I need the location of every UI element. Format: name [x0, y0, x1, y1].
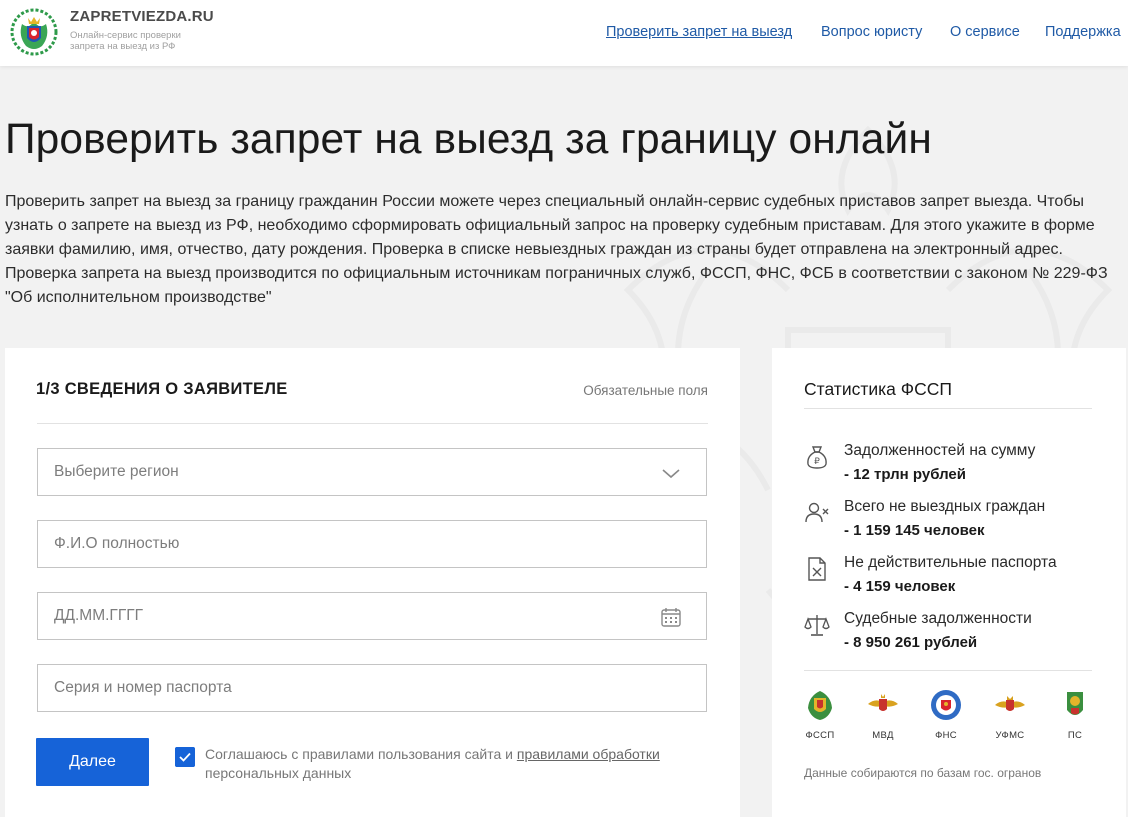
- brand-tagline: Онлайн-сервис проверки запрета на выезд …: [70, 30, 181, 52]
- region-placeholder: Выберите регион: [54, 463, 179, 480]
- fssp-stats: Статистика ФССП ₽ Задолженностей на сумм…: [772, 348, 1126, 817]
- agency-ps: ПС: [1053, 688, 1097, 741]
- site-header: ZAPRETVIEZDA.RU Онлайн-сервис проверки з…: [0, 0, 1128, 66]
- divider: [804, 670, 1092, 671]
- agency-mvd: МВД: [861, 688, 905, 741]
- stat-item: ₽ Задолженностей на сумму - 12 трлн рубл…: [804, 442, 1104, 492]
- stat-value: - 12 трлн рублей: [844, 466, 966, 483]
- stat-item: Всего не выездных граждан - 1 159 145 че…: [804, 498, 1104, 548]
- stat-label: Всего не выездных граждан: [844, 498, 1046, 515]
- stats-footer: Данные собираются по базам гос. огранов: [804, 766, 1042, 780]
- nav-ask-lawyer[interactable]: Вопрос юристу: [821, 24, 922, 40]
- next-button[interactable]: Далее: [36, 738, 149, 786]
- stat-label: Не действительные паспорта: [844, 554, 1057, 571]
- agency-fns: ФНС: [924, 688, 968, 741]
- brand[interactable]: ZAPRETVIEZDA.RU Онлайн-сервис проверки з…: [70, 8, 214, 52]
- consent-tail: персональных данных: [205, 765, 352, 781]
- birthdate-input[interactable]: ДД.ММ.ГГГГ: [37, 592, 707, 640]
- stat-label: Судебные задолженности: [844, 610, 1032, 627]
- fns-emblem-icon: [931, 690, 961, 720]
- divider: [804, 408, 1092, 409]
- nav-check-ban[interactable]: Проверить запрет на выезд: [606, 24, 792, 40]
- fio-placeholder: Ф.И.О полностью: [54, 535, 180, 552]
- birthdate-placeholder: ДД.ММ.ГГГГ: [54, 607, 144, 624]
- agency-label: ПС: [1067, 730, 1083, 741]
- nav-support[interactable]: Поддержка: [1045, 24, 1121, 40]
- agency-ufms: УФМС: [988, 688, 1032, 741]
- fssp-emblem-icon: [808, 691, 832, 720]
- region-select[interactable]: Выберите регион: [37, 448, 707, 496]
- intro-paragraph: Проверить запрет на выезд за границу гра…: [5, 193, 1108, 306]
- svg-text:₽: ₽: [814, 457, 820, 467]
- ufms-emblem-icon: [995, 696, 1025, 711]
- stat-item: Не действительные паспорта - 4 159 челов…: [804, 554, 1104, 604]
- stat-value: - 8 950 261 рублей: [844, 634, 978, 651]
- step-title: 1/3 СВЕДЕНИЯ О ЗАЯВИТЕЛЕ: [36, 380, 288, 398]
- applicant-form: 1/3 СВЕДЕНИЯ О ЗАЯВИТЕЛЕ Обязательные по…: [5, 348, 740, 817]
- agency-fssp: ФССП: [798, 688, 842, 741]
- consent-label: Соглашаюсь с правилами пользования сайта…: [205, 746, 517, 762]
- consent-checkbox[interactable]: [175, 747, 195, 767]
- stat-value: - 1 159 145 человек: [844, 522, 985, 539]
- privacy-rules-link[interactable]: правилами обработки: [517, 746, 660, 762]
- scales-icon: [804, 615, 830, 636]
- user-x-icon: [805, 502, 829, 523]
- passport-input[interactable]: Серия и номер паспорта: [37, 664, 707, 712]
- stats-title: Статистика ФССП: [804, 379, 952, 399]
- required-fields-note: Обязательные поля: [583, 383, 708, 398]
- chevron-down-icon: [662, 469, 680, 479]
- nav-about[interactable]: О сервисе: [950, 24, 1020, 40]
- document-x-icon: [808, 557, 826, 581]
- agency-label: МВД: [872, 730, 894, 741]
- agency-label: ФНС: [935, 730, 957, 741]
- consent-text: Соглашаюсь с правилами пользования сайта…: [205, 745, 705, 783]
- brand-name: ZAPRETVIEZDA.RU: [70, 8, 214, 25]
- divider: [37, 423, 708, 424]
- stat-value: - 4 159 человек: [844, 578, 956, 595]
- passport-placeholder: Серия и номер паспорта: [54, 679, 232, 696]
- agency-label: УФМС: [995, 730, 1025, 741]
- logo-emblem-icon[interactable]: [8, 6, 60, 58]
- calendar-icon[interactable]: [660, 606, 682, 628]
- ps-emblem-icon: [1067, 692, 1083, 715]
- page-title: Проверить запрет на выезд за границу онл…: [5, 116, 932, 163]
- stat-label: Задолженностей на сумму: [844, 442, 1036, 459]
- mvd-emblem-icon: [868, 694, 898, 711]
- agency-label: ФССП: [805, 730, 835, 741]
- ruble-bag-icon: ₽: [807, 446, 827, 469]
- fio-input[interactable]: Ф.И.О полностью: [37, 520, 707, 568]
- stat-item: Судебные задолженности - 8 950 261 рубле…: [804, 610, 1104, 660]
